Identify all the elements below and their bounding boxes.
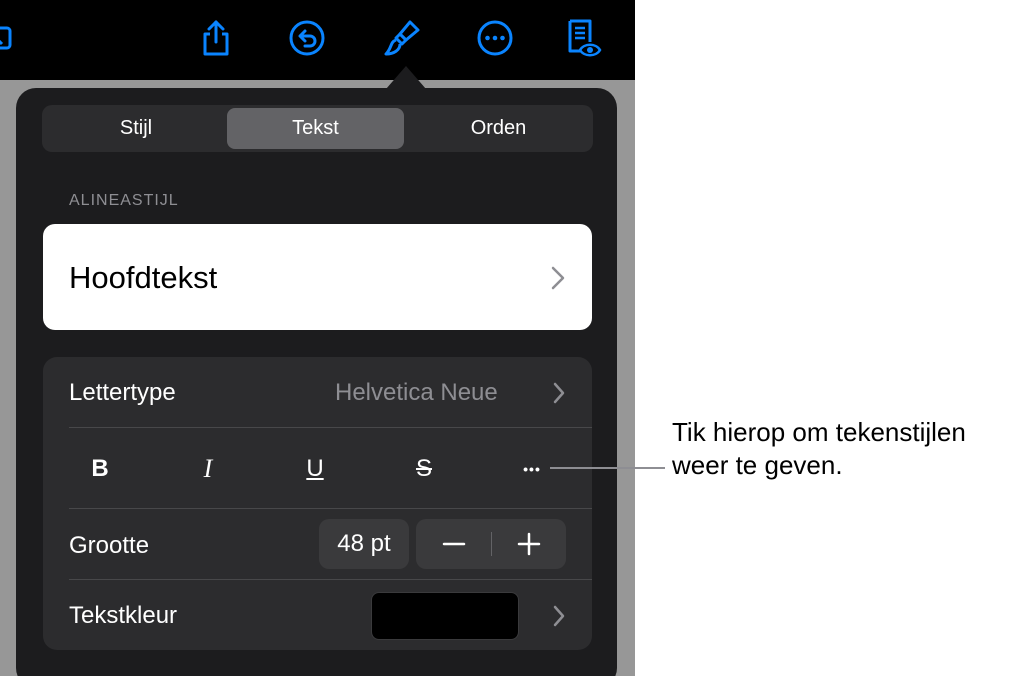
plus-icon	[517, 532, 540, 556]
font-size-value[interactable]: 48 pt	[319, 519, 409, 569]
format-brush-icon[interactable]	[380, 16, 424, 60]
strikethrough-button[interactable]: S	[394, 451, 454, 487]
tab-orden[interactable]: Orden	[407, 108, 590, 149]
font-row[interactable]: Lettertype Helvetica Neue	[43, 357, 592, 427]
bold-button[interactable]: B	[70, 451, 130, 487]
font-label: Lettertype	[69, 379, 176, 406]
image-icon[interactable]	[0, 16, 18, 60]
underline-button[interactable]: U	[285, 451, 345, 487]
document-view-icon[interactable]	[560, 16, 604, 60]
paragraph-style-value: Hoofdtekst	[69, 260, 218, 295]
font-value: Helvetica Neue	[335, 379, 498, 406]
paragraph-style-section-label: ALINEASTIJL	[69, 192, 179, 209]
share-icon[interactable]	[194, 16, 238, 60]
format-tabs: Stijl Tekst Orden	[42, 105, 593, 152]
callout-line-2: weer te geven.	[672, 450, 843, 480]
minus-icon	[442, 542, 465, 546]
more-icon[interactable]	[473, 16, 517, 60]
chevron-right-icon	[553, 382, 565, 404]
more-text-styles-button[interactable]: •••	[502, 451, 562, 487]
callout-line	[550, 467, 665, 469]
paragraph-style-button[interactable]: Hoofdtekst	[43, 224, 592, 330]
undo-icon[interactable]	[285, 16, 329, 60]
chevron-right-icon	[551, 266, 565, 290]
popover-arrow	[386, 66, 426, 89]
decrease-size-button[interactable]	[416, 519, 491, 569]
separator	[69, 427, 592, 428]
toolbar	[0, 0, 635, 80]
tab-tekst[interactable]: Tekst	[227, 108, 404, 149]
separator	[69, 508, 592, 509]
callout-text: Tik hierop om tekenstijlen weer te geven…	[672, 416, 1012, 482]
size-label: Grootte	[69, 532, 150, 559]
tab-stijl[interactable]: Stijl	[45, 108, 227, 149]
text-color-swatch[interactable]	[371, 592, 519, 640]
text-options-group: Lettertype Helvetica Neue B I U S ••• Gr…	[43, 357, 592, 650]
callout-line-1: Tik hierop om tekenstijlen	[672, 417, 966, 447]
font-size-stepper	[416, 519, 566, 569]
increase-size-button[interactable]	[491, 519, 566, 569]
chevron-right-icon	[553, 605, 565, 627]
italic-button[interactable]: I	[178, 451, 238, 487]
text-color-label: Tekstkleur	[69, 602, 178, 629]
